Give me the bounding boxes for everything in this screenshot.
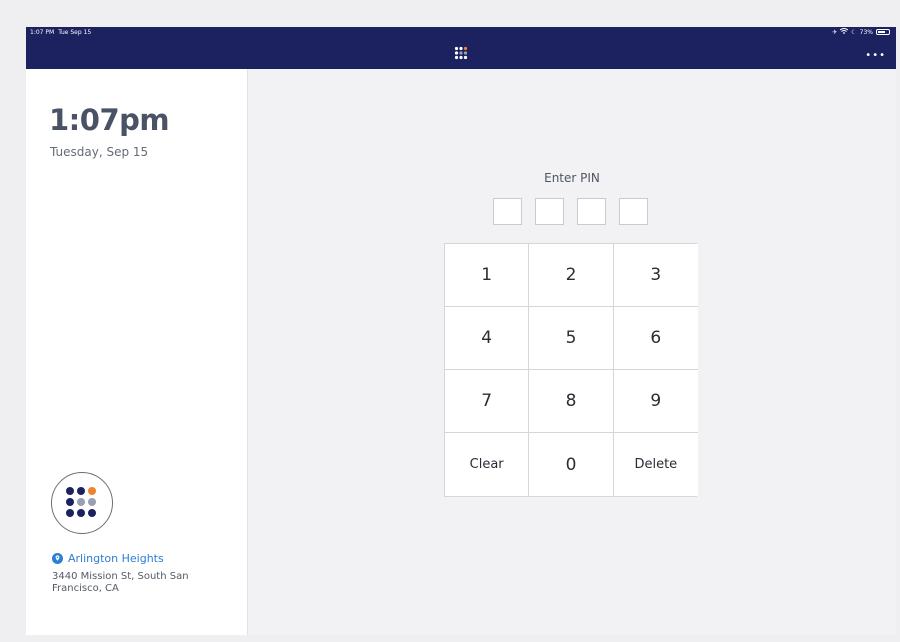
location-address: 3440 Mission St, South San Francisco, CA: [52, 571, 189, 594]
pin-digit-box: [493, 198, 522, 225]
key-6[interactable]: 6: [613, 307, 698, 370]
status-date: Tue Sep 15: [58, 29, 92, 36]
key-8[interactable]: 8: [529, 370, 614, 433]
pin-digit-box: [619, 198, 648, 225]
pin-title: Enter PIN: [544, 171, 600, 185]
delete-button[interactable]: Delete: [613, 433, 698, 496]
current-date: Tuesday, Sep 15: [50, 145, 149, 159]
airplane-icon: ✈: [832, 28, 838, 36]
pin-entry-panel: Enter PIN 1 2 3 4 5 6 7 8 9 Clear 0 Dele…: [248, 69, 896, 635]
clear-button[interactable]: Clear: [445, 433, 530, 496]
battery-icon: [876, 29, 890, 35]
app-window: 1:07 PM Tue Sep 15 ✈ ☾ 73% ••• 1:07pm Tue…: [26, 27, 896, 635]
status-time: 1:07 PM: [30, 29, 55, 36]
key-1[interactable]: 1: [445, 244, 530, 307]
dots-grid-logo-icon: [66, 487, 96, 517]
status-bar-right: ✈ ☾ 73%: [832, 28, 890, 36]
key-0[interactable]: 0: [529, 433, 614, 496]
key-5[interactable]: 5: [529, 307, 614, 370]
location-pin-icon: [52, 553, 63, 564]
pin-digit-boxes: [493, 198, 648, 225]
numeric-keypad: 1 2 3 4 5 6 7 8 9 Clear 0 Delete: [444, 243, 698, 497]
dots-grid-icon: [454, 45, 468, 60]
key-3[interactable]: 3: [613, 244, 698, 307]
key-2[interactable]: 2: [529, 244, 614, 307]
battery-percent: 73%: [859, 28, 873, 36]
top-navigation-bar: 1:07 PM Tue Sep 15 ✈ ☾ 73% •••: [26, 27, 896, 69]
company-logo: [51, 472, 113, 534]
sidebar: 1:07pm Tuesday, Sep 15 Arlington Heights…: [26, 69, 248, 635]
current-time: 1:07pm: [49, 103, 170, 137]
wifi-icon: [839, 28, 849, 36]
pin-digit-box: [577, 198, 606, 225]
more-options-button[interactable]: •••: [865, 51, 886, 61]
location-link[interactable]: Arlington Heights: [52, 552, 164, 565]
key-7[interactable]: 7: [445, 370, 530, 433]
status-bar-left: 1:07 PM Tue Sep 15: [30, 29, 95, 36]
key-9[interactable]: 9: [613, 370, 698, 433]
key-4[interactable]: 4: [445, 307, 530, 370]
pin-digit-box: [535, 198, 564, 225]
battery-fill: [878, 31, 886, 33]
moon-icon: ☾: [851, 28, 857, 36]
location-name[interactable]: Arlington Heights: [68, 552, 164, 565]
